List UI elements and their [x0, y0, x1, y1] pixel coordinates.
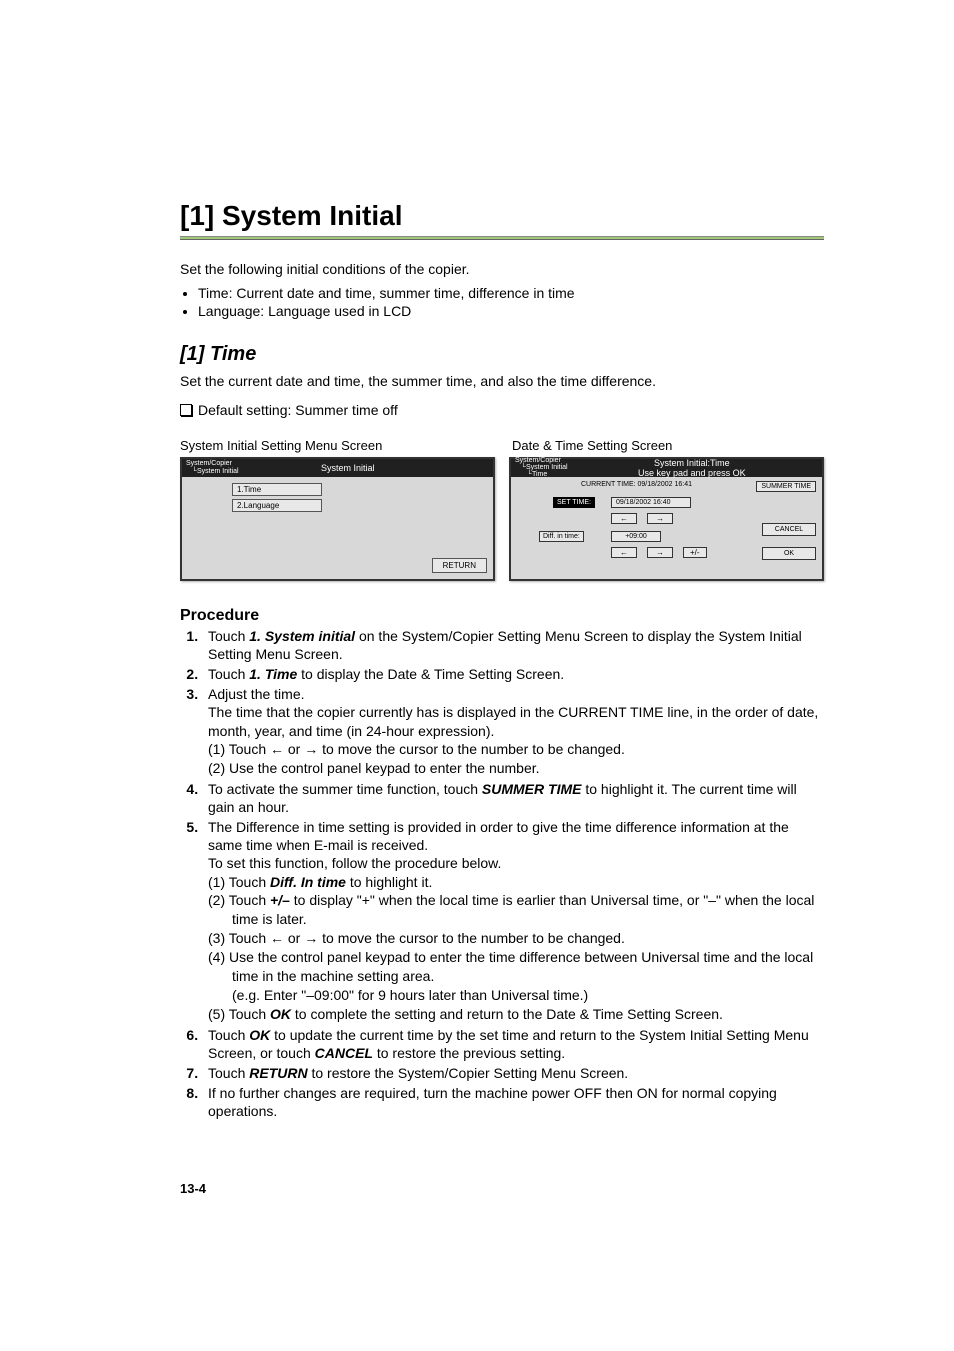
- cancel-button[interactable]: CANCEL: [762, 523, 816, 536]
- arrow-left-icon[interactable]: ←: [611, 513, 637, 524]
- page-number: 13-4: [180, 1181, 824, 1196]
- breadcrumb-1: System/Copier: [515, 457, 568, 464]
- subsection-title: [1] Time: [180, 343, 824, 366]
- note-icon: [180, 404, 192, 416]
- breadcrumb-2: System Initial: [526, 464, 568, 471]
- ok-button[interactable]: OK: [762, 547, 816, 560]
- intro-bullets: Time: Current date and time, summer time…: [198, 285, 824, 319]
- arrow-right-icon: →: [304, 741, 318, 757]
- title-rule: [180, 236, 824, 240]
- procedure-list: Touch 1. System initial on the System/Co…: [180, 627, 824, 1121]
- diff-in-time-label[interactable]: Diff. in time:: [539, 531, 584, 542]
- intro-text: Set the following initial conditions of …: [180, 260, 824, 279]
- step-8: If no further changes are required, turn…: [202, 1084, 824, 1120]
- breadcrumb-2: System Initial: [197, 468, 239, 475]
- arrow-right-icon: →: [304, 930, 318, 946]
- arrow-right-icon[interactable]: →: [647, 513, 673, 524]
- summer-time-button[interactable]: SUMMER TIME: [756, 481, 816, 492]
- date-time-setting-screen: System/Copier └System Initial └Time Syst…: [509, 457, 824, 581]
- breadcrumb: System/Copier └System Initial: [182, 459, 243, 476]
- screen-label-left: System Initial Setting Menu Screen: [180, 438, 492, 453]
- arrow-left-icon: ←: [270, 741, 284, 757]
- bullet-language: Language: Language used in LCD: [198, 303, 824, 319]
- subsection-desc: Set the current date and time, the summe…: [180, 372, 824, 391]
- procedure-heading: Procedure: [180, 607, 824, 625]
- step-1: Touch 1. System initial on the System/Co…: [202, 627, 824, 663]
- menu-item-language[interactable]: 2.Language: [232, 499, 322, 512]
- plus-minus-button[interactable]: +/-: [683, 547, 707, 558]
- screen1-title: System Initial: [243, 463, 453, 473]
- step-2: Touch 1. Time to display the Date & Time…: [202, 665, 824, 683]
- screen2-title: System Initial:Time Use key pad and pres…: [572, 458, 812, 478]
- return-button[interactable]: RETURN: [432, 558, 487, 573]
- arrow-right-icon[interactable]: →: [647, 547, 673, 558]
- step-3: Adjust the time. The time that the copie…: [202, 685, 824, 777]
- step-7: Touch RETURN to restore the System/Copie…: [202, 1064, 824, 1082]
- breadcrumb-1: System/Copier: [186, 460, 239, 467]
- page-title: [1] System Initial: [180, 200, 824, 232]
- current-time-label: CURRENT TIME: 09/18/2002 16:41: [581, 481, 692, 488]
- step-5: The Difference in time setting is provid…: [202, 818, 824, 1024]
- step-6: Touch OK to update the current time by t…: [202, 1026, 824, 1062]
- menu-item-time[interactable]: 1.Time: [232, 483, 322, 496]
- system-initial-menu-screen: System/Copier └System Initial System Ini…: [180, 457, 495, 581]
- note-text: Default setting: Summer time off: [198, 402, 398, 418]
- default-setting-note: Default setting: Summer time off: [180, 401, 824, 420]
- bullet-time: Time: Current date and time, summer time…: [198, 285, 824, 301]
- screen-label-right: Date & Time Setting Screen: [512, 438, 824, 453]
- arrow-left-icon[interactable]: ←: [611, 547, 637, 558]
- diff-in-time-value[interactable]: +09:00: [611, 531, 661, 542]
- arrow-left-icon: ←: [270, 930, 284, 946]
- set-time-value[interactable]: 09/18/2002 16:40: [611, 497, 691, 508]
- set-time-label: SET TIME:: [553, 497, 595, 508]
- step-4: To activate the summer time function, to…: [202, 780, 824, 816]
